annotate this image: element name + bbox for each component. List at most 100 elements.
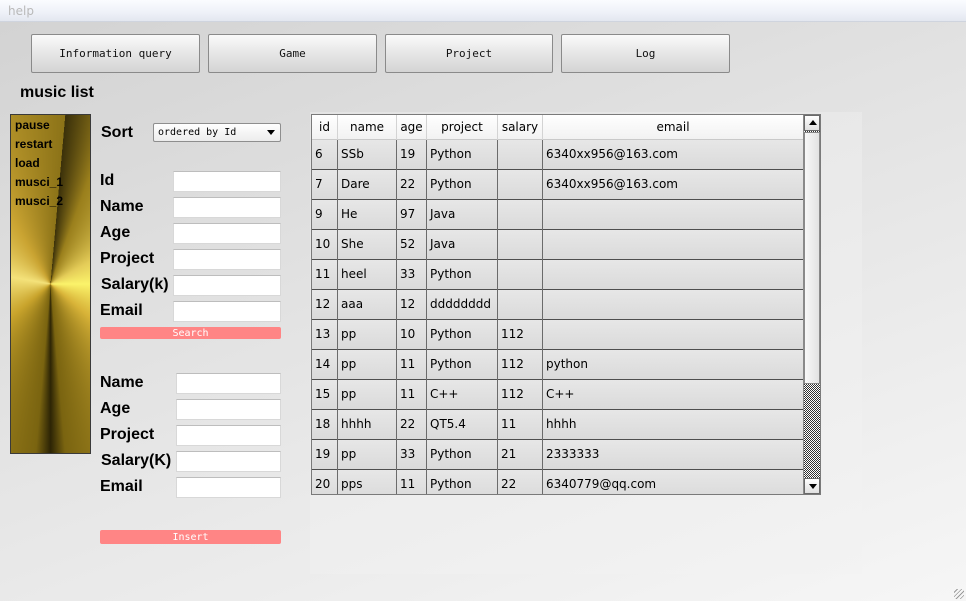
table-row[interactable]: 13 pp 10 Python 112 bbox=[312, 320, 803, 350]
menu-help[interactable]: help bbox=[8, 4, 34, 18]
table-row[interactable]: 7 Dare 22 Python 6340xx956@163.com bbox=[312, 170, 803, 200]
insert-project-field[interactable] bbox=[176, 425, 281, 446]
id-field[interactable] bbox=[173, 171, 281, 192]
cell-name[interactable]: pp bbox=[338, 350, 397, 380]
cell-age[interactable]: 97 bbox=[397, 200, 427, 230]
music-item-musci-2[interactable]: musci_2 bbox=[15, 194, 63, 208]
cell-email[interactable] bbox=[543, 200, 803, 230]
search-button[interactable]: Search bbox=[100, 327, 281, 339]
cell-name[interactable]: He bbox=[338, 200, 397, 230]
cell-id[interactable]: 15 bbox=[312, 380, 338, 410]
music-item-restart[interactable]: restart bbox=[15, 137, 52, 151]
data-table[interactable]: id name age project salary email 6 SSb 19 P… bbox=[311, 114, 821, 495]
age-field[interactable] bbox=[173, 223, 281, 244]
cell-project[interactable]: QT5.4 bbox=[427, 410, 498, 440]
table-row[interactable]: 15 pp 11 C++ 112 C++ bbox=[312, 380, 803, 410]
log-button[interactable]: Log bbox=[561, 34, 730, 73]
column-header-salary[interactable]: salary bbox=[498, 115, 543, 140]
cell-name[interactable]: SSb bbox=[338, 140, 397, 170]
cell-name[interactable]: pp bbox=[338, 440, 397, 470]
cell-id[interactable]: 11 bbox=[312, 260, 338, 290]
cell-name[interactable]: Dare bbox=[338, 170, 397, 200]
cell-email[interactable]: 6340779@qq.com bbox=[543, 470, 803, 494]
cell-project[interactable]: Python bbox=[427, 350, 498, 380]
cell-salary[interactable]: 22 bbox=[498, 470, 543, 494]
vertical-scrollbar[interactable] bbox=[803, 115, 820, 494]
scroll-up-button[interactable] bbox=[804, 115, 820, 131]
cell-name[interactable]: pp bbox=[338, 320, 397, 350]
cell-age[interactable]: 11 bbox=[397, 350, 427, 380]
cell-project[interactable]: dddddddd bbox=[427, 290, 498, 320]
cell-id[interactable]: 9 bbox=[312, 200, 338, 230]
cell-name[interactable]: pps bbox=[338, 470, 397, 494]
cell-age[interactable]: 11 bbox=[397, 470, 427, 494]
insert-name-field[interactable] bbox=[176, 373, 281, 394]
cell-id[interactable]: 6 bbox=[312, 140, 338, 170]
cell-age[interactable]: 33 bbox=[397, 440, 427, 470]
table-row[interactable]: 6 SSb 19 Python 6340xx956@163.com bbox=[312, 140, 803, 170]
table-row[interactable]: 10 She 52 Java bbox=[312, 230, 803, 260]
cell-salary[interactable] bbox=[498, 290, 543, 320]
cell-email[interactable]: python bbox=[543, 350, 803, 380]
cell-id[interactable]: 12 bbox=[312, 290, 338, 320]
cell-project[interactable]: Python bbox=[427, 140, 498, 170]
cell-salary[interactable] bbox=[498, 140, 543, 170]
cell-email[interactable] bbox=[543, 230, 803, 260]
cell-age[interactable]: 22 bbox=[397, 410, 427, 440]
cell-id[interactable]: 19 bbox=[312, 440, 338, 470]
insert-email-field[interactable] bbox=[176, 477, 281, 498]
table-row[interactable]: 14 pp 11 Python 112 python bbox=[312, 350, 803, 380]
cell-project[interactable]: Python bbox=[427, 260, 498, 290]
salary-field[interactable] bbox=[173, 275, 281, 296]
cell-email[interactable] bbox=[543, 260, 803, 290]
cell-id[interactable]: 10 bbox=[312, 230, 338, 260]
column-header-id[interactable]: id bbox=[312, 115, 338, 140]
table-row[interactable]: 12 aaa 12 dddddddd bbox=[312, 290, 803, 320]
cell-email[interactable]: C++ bbox=[543, 380, 803, 410]
cell-name[interactable]: aaa bbox=[338, 290, 397, 320]
insert-button[interactable]: Insert bbox=[100, 530, 281, 544]
music-item-musci-1[interactable]: musci_1 bbox=[15, 175, 63, 189]
name-field[interactable] bbox=[173, 197, 281, 218]
cell-project[interactable]: Python bbox=[427, 440, 498, 470]
cell-salary[interactable]: 11 bbox=[498, 410, 543, 440]
cell-project[interactable]: Python bbox=[427, 170, 498, 200]
project-button[interactable]: Project bbox=[385, 34, 553, 73]
cell-age[interactable]: 11 bbox=[397, 380, 427, 410]
column-header-age[interactable]: age bbox=[397, 115, 427, 140]
cell-age[interactable]: 19 bbox=[397, 140, 427, 170]
cell-salary[interactable] bbox=[498, 260, 543, 290]
cell-name[interactable]: She bbox=[338, 230, 397, 260]
cell-name[interactable]: heel bbox=[338, 260, 397, 290]
cell-age[interactable]: 12 bbox=[397, 290, 427, 320]
cell-email[interactable]: hhhh bbox=[543, 410, 803, 440]
table-row[interactable]: 9 He 97 Java bbox=[312, 200, 803, 230]
email-field[interactable] bbox=[173, 301, 281, 322]
cell-name[interactable]: hhhh bbox=[338, 410, 397, 440]
sort-select[interactable]: ordered by Id bbox=[153, 123, 281, 142]
cell-salary[interactable] bbox=[498, 200, 543, 230]
music-item-pause[interactable]: pause bbox=[15, 118, 50, 132]
cell-id[interactable]: 18 bbox=[312, 410, 338, 440]
cell-salary[interactable]: 112 bbox=[498, 380, 543, 410]
insert-age-field[interactable] bbox=[176, 399, 281, 420]
cell-project[interactable]: Java bbox=[427, 230, 498, 260]
cell-salary[interactable] bbox=[498, 230, 543, 260]
cell-age[interactable]: 10 bbox=[397, 320, 427, 350]
cell-project[interactable]: Python bbox=[427, 470, 498, 494]
cell-id[interactable]: 13 bbox=[312, 320, 338, 350]
cell-email[interactable] bbox=[543, 290, 803, 320]
table-row[interactable]: 18 hhhh 22 QT5.4 11 hhhh bbox=[312, 410, 803, 440]
cell-age[interactable]: 33 bbox=[397, 260, 427, 290]
information-query-button[interactable]: Information query bbox=[31, 34, 200, 73]
cell-name[interactable]: pp bbox=[338, 380, 397, 410]
resize-grip-icon[interactable] bbox=[954, 589, 964, 599]
scroll-down-button[interactable] bbox=[804, 478, 820, 494]
table-row[interactable]: 19 pp 33 Python 21 2333333 bbox=[312, 440, 803, 470]
project-field[interactable] bbox=[173, 249, 281, 270]
cell-project[interactable]: Java bbox=[427, 200, 498, 230]
table-row[interactable]: 20 pps 11 Python 22 6340779@qq.com bbox=[312, 470, 803, 494]
cell-project[interactable]: Python bbox=[427, 320, 498, 350]
scroll-thumb[interactable] bbox=[804, 132, 820, 384]
cell-id[interactable]: 20 bbox=[312, 470, 338, 494]
